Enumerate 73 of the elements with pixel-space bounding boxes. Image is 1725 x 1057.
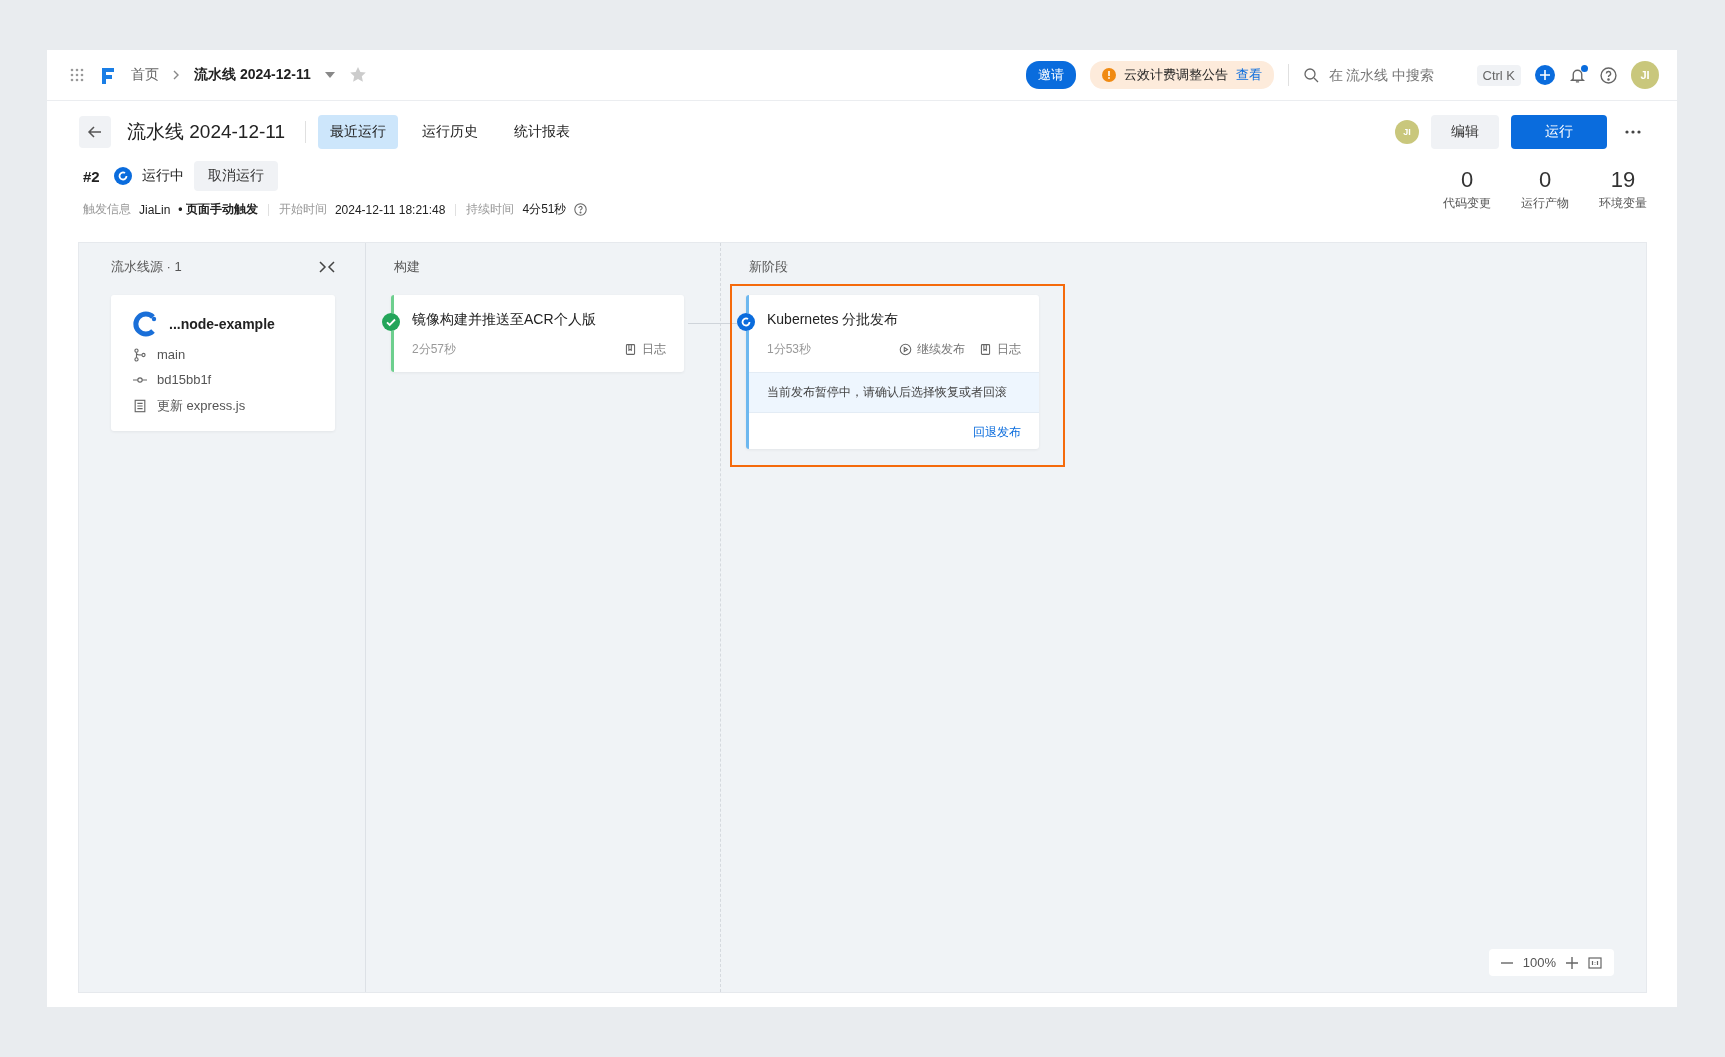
tab[interactable]: 运行历史	[410, 115, 491, 149]
rollback-link[interactable]: 回退发布	[973, 424, 1021, 441]
logo-icon[interactable]	[99, 65, 117, 85]
star-icon[interactable]	[348, 66, 367, 84]
zoom-level: 100%	[1522, 955, 1556, 970]
stat-label: 运行产物	[1521, 195, 1569, 212]
running-spinner-icon	[113, 167, 132, 185]
job-action-button[interactable]: 日志	[979, 341, 1021, 358]
breadcrumb-item[interactable]: 流水线 2024-12-11	[194, 66, 311, 84]
source-card[interactable]: ...node-example main bd15bb1f 更新 express.js	[111, 295, 335, 431]
caret-icon[interactable]	[324, 72, 335, 78]
meta-label: 开始时间	[278, 201, 327, 218]
repo-name: ...node-example	[169, 316, 275, 332]
user-avatar: JI	[1395, 120, 1419, 144]
stat-value[interactable]: 19	[1610, 167, 1636, 193]
job-action-button[interactable]: 日志	[624, 341, 666, 358]
log-book-icon	[624, 343, 637, 356]
branch-name: main	[157, 347, 186, 362]
chevron-right-icon	[173, 70, 180, 80]
stat-value[interactable]: 0	[1538, 167, 1552, 193]
edit-button[interactable]: 编辑	[1431, 115, 1499, 149]
stage-title: 构建	[394, 258, 420, 276]
help-icon	[1600, 66, 1617, 84]
meta-label: 持续时间	[466, 201, 515, 218]
stage-title: 新阶段	[749, 258, 788, 276]
tab[interactable]: 统计报表	[502, 115, 583, 149]
shortcut-hint: Ctrl K	[1476, 64, 1521, 86]
duration-value: 4分51秒	[522, 201, 567, 218]
announcement-text: 云效计费调整公告	[1123, 66, 1228, 84]
cancel-run-button[interactable]: 取消运行	[193, 161, 278, 191]
info-icon	[1101, 68, 1116, 82]
app-grid-icon	[69, 67, 85, 83]
column-title: 流水线源 · 1	[111, 258, 182, 276]
job-duration: 2分57秒	[412, 341, 457, 358]
search-icon	[1302, 67, 1319, 83]
job-card[interactable]: 镜像构建并推送至ACR个人版 2分57秒 日志	[391, 295, 684, 372]
pipeline-title: 流水线 2024-12-11	[126, 120, 287, 144]
run-number: #2	[83, 167, 100, 185]
search-field[interactable]: 在 流水线 中搜索	[1326, 66, 1461, 84]
commit-message: 更新 express.js	[157, 397, 246, 415]
add-icon[interactable]	[1535, 65, 1555, 85]
job-name: 镜像构建并推送至ACR个人版	[412, 311, 597, 329]
play-circle-icon	[899, 343, 912, 356]
meta-label: 触发信息	[83, 201, 131, 218]
start-time: 2024-12-11 18:21:48	[334, 202, 446, 217]
back-button[interactable]	[79, 116, 111, 148]
document-icon	[133, 399, 147, 413]
repo-logo-icon	[133, 311, 159, 337]
breadcrumb-item[interactable]: 首页	[131, 66, 159, 84]
stat-label: 代码变更	[1443, 195, 1491, 212]
view-link[interactable]: 查看	[1235, 66, 1262, 84]
arrow-left-icon	[87, 124, 103, 140]
zoom-in-icon[interactable]	[1566, 956, 1578, 969]
trigger-method: • 页面手动触发	[178, 201, 258, 218]
log-book-icon	[979, 343, 992, 356]
run-button[interactable]: 运行	[1511, 115, 1607, 149]
trigger-user: JiaLin	[139, 202, 171, 217]
job-name: Kubernetes 分批发布	[767, 311, 900, 329]
actual-size-icon[interactable]	[1588, 956, 1602, 969]
pause-notice: 当前发布暂停中，请确认后选择恢复或者回滚	[749, 372, 1039, 413]
help-icon	[574, 203, 588, 216]
collapse-icon[interactable]	[319, 261, 335, 273]
job-duration: 1分53秒	[767, 341, 812, 358]
job-card[interactable]: Kubernetes 分批发布 1分53秒 继续发布 日志 当前发布暂停中，请确认后选择恢复或者回滚 回退发布	[746, 295, 1039, 449]
job-action-button[interactable]: 继续发布	[899, 341, 965, 358]
invite-button[interactable]: 邀请	[1025, 61, 1076, 89]
tab[interactable]: 最近运行	[318, 115, 399, 149]
stat-label: 环境变量	[1599, 195, 1647, 212]
run-status: 运行中	[141, 167, 184, 185]
stat-value[interactable]: 0	[1460, 167, 1474, 193]
branch-icon	[133, 347, 147, 362]
commit-hash: bd15bb1f	[157, 372, 212, 387]
bell-icon	[1569, 66, 1586, 84]
